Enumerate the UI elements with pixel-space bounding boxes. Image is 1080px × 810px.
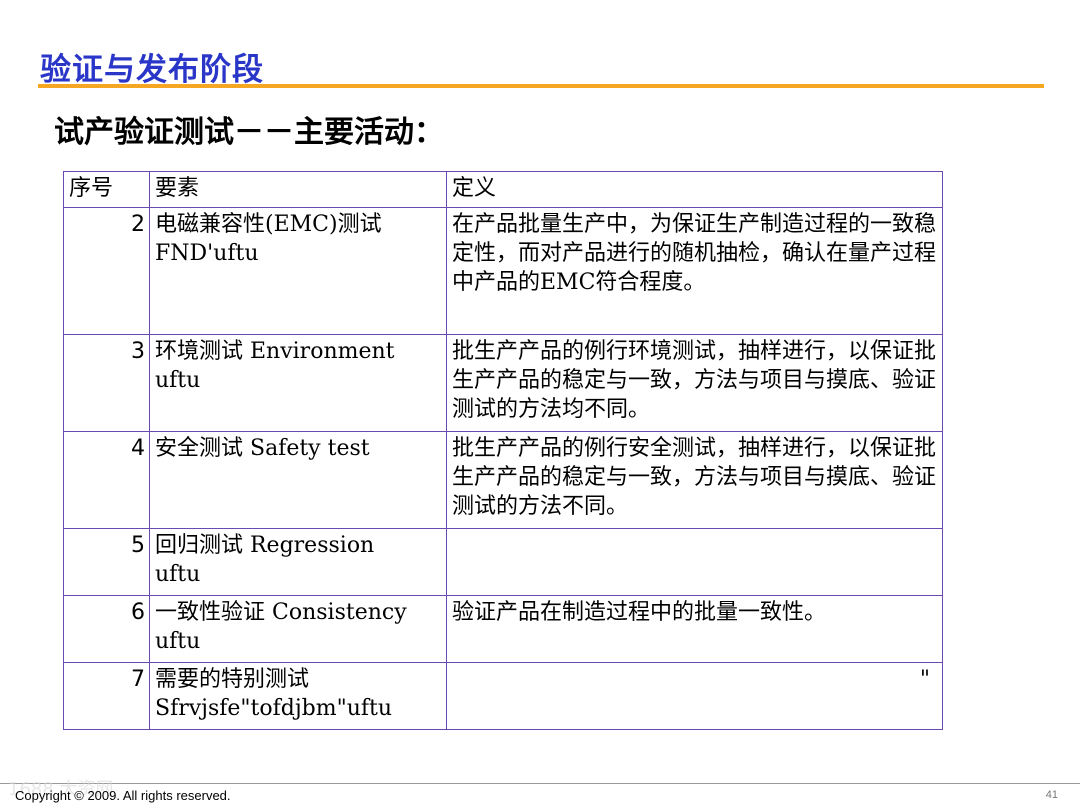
row-element: 安全测试 Safety test: [149, 431, 447, 529]
table-header-row: 序号 要素 定义: [63, 171, 943, 208]
row-number: 7: [63, 662, 150, 730]
title-underline: [38, 84, 1044, 88]
table-row: 7 需要的特别测试 Sfrvjsfe"tofdjbm"uftu ": [63, 662, 943, 730]
row-element: 需要的特别测试 Sfrvjsfe"tofdjbm"uftu: [149, 662, 447, 730]
header-cell-number: 序号: [63, 171, 150, 208]
row-element: 电磁兼容性(EMC)测试 FND'uftu: [149, 207, 447, 335]
row-definition: 批生产产品的例行环境测试，抽样进行，以保证批生产产品的稳定与一致，方法与项目与摸…: [446, 334, 943, 432]
row-element: 环境测试 Environment uftu: [149, 334, 447, 432]
table-row: 6 一致性验证 Consistency uftu 验证产品在制造过程中的批量一致…: [63, 595, 943, 663]
row-definition: 批生产产品的例行安全测试，抽样进行，以保证批生产产品的稳定与一致，方法与项目与摸…: [446, 431, 943, 529]
row-definition: ": [446, 662, 943, 730]
copyright-notice: Copyright © 2009. All rights reserved.: [15, 788, 231, 803]
element-line: 环境测试 Environment: [155, 339, 395, 364]
element-line: 回归测试 Regression: [155, 533, 375, 558]
element-line: uftu: [155, 562, 201, 587]
table-row: 4 安全测试 Safety test 批生产产品的例行安全测试，抽样进行，以保证…: [63, 431, 943, 529]
slide-title: 验证与发布阶段: [40, 52, 264, 88]
header-cell-element: 要素: [149, 171, 447, 208]
element-line: 电磁兼容性(EMC)测试: [155, 212, 382, 237]
row-element: 回归测试 Regression uftu: [149, 528, 447, 596]
element-line: FND'uftu: [155, 241, 259, 266]
slide-subtitle: 试产验证测试－－主要活动：: [54, 115, 444, 150]
element-line: 安全测试 Safety test: [155, 436, 370, 461]
definition-text: 批生产产品的例行环境测试，抽样进行，以保证批生产产品的稳定与一致，方法与项目与摸…: [452, 339, 937, 422]
row-definition: [446, 528, 943, 596]
row-number: 6: [63, 595, 150, 663]
table-row: 2 电磁兼容性(EMC)测试 FND'uftu 在产品批量生产中，为保证生产制造…: [63, 207, 943, 335]
element-line: uftu: [155, 368, 201, 393]
row-number: 2: [63, 207, 150, 335]
footer-divider: [0, 783, 1080, 784]
header-cell-definition: 定义: [446, 171, 943, 208]
element-line: 一致性验证 Consistency: [155, 600, 407, 625]
page-number: 41: [1045, 789, 1058, 801]
element-line: Sfrvjsfe"tofdjbm"uftu: [155, 696, 393, 721]
element-line: 需要的特别测试: [155, 667, 310, 692]
row-element: 一致性验证 Consistency uftu: [149, 595, 447, 663]
definition-text: 验证产品在制造过程中的批量一致性。: [452, 600, 827, 625]
table-row: 5 回归测试 Regression uftu: [63, 528, 943, 596]
element-line: uftu: [155, 629, 201, 654]
activities-table: 序号 要素 定义 2 电磁兼容性(EMC)测试 FND'uftu 在产品批量生产…: [63, 171, 943, 730]
row-number: 4: [63, 431, 150, 529]
definition-text: 批生产产品的例行安全测试，抽样进行，以保证批生产产品的稳定与一致，方法与项目与摸…: [452, 436, 937, 519]
definition-text: 在产品批量生产中，为保证生产制造过程的一致稳定性，而对产品进行的随机抽检，确认在…: [452, 212, 937, 295]
table-row: 3 环境测试 Environment uftu 批生产产品的例行环境测试，抽样进…: [63, 334, 943, 432]
row-number: 3: [63, 334, 150, 432]
row-definition: 验证产品在制造过程中的批量一致性。: [446, 595, 943, 663]
definition-text: ": [919, 667, 930, 692]
row-definition: 在产品批量生产中，为保证生产制造过程的一致稳定性，而对产品进行的随机抽检，确认在…: [446, 207, 943, 335]
row-number: 5: [63, 528, 150, 596]
